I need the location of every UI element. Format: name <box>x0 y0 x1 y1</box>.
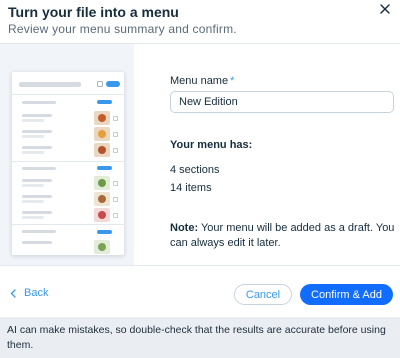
items-count: 14 items <box>170 182 212 194</box>
back-button[interactable]: Back <box>10 287 48 299</box>
ai-disclaimer-text: AI can make mistakes, so double-check th… <box>7 324 386 351</box>
ai-disclaimer-bar: AI can make mistakes, so double-check th… <box>0 317 400 358</box>
menu-name-input[interactable] <box>170 91 394 113</box>
cancel-button[interactable]: Cancel <box>234 284 292 305</box>
confirm-add-button[interactable]: Confirm & Add <box>300 284 393 305</box>
dialog-header: Turn your file into a menu Review your m… <box>0 0 400 44</box>
actions-divider <box>0 265 400 266</box>
note-prefix: Note: <box>170 222 199 234</box>
close-icon[interactable] <box>378 2 392 16</box>
dialog-subtitle: Review your menu summary and confirm. <box>8 22 237 36</box>
note-text: Your menu will be added as a draft. You … <box>170 222 395 249</box>
menu-name-label-text: Menu name <box>170 75 229 87</box>
menu-preview-illustration <box>12 72 124 255</box>
back-label: Back <box>24 287 49 299</box>
summary-heading: Your menu has: <box>170 139 253 151</box>
required-asterisk: * <box>230 75 235 87</box>
dialog-title: Turn your file into a menu <box>8 4 179 20</box>
chevron-left-icon <box>10 288 16 298</box>
sections-count: 4 sections <box>170 164 220 176</box>
draft-note: Note: Your menu will be added as a draft… <box>170 221 398 251</box>
menu-name-label: Menu name * <box>170 75 234 87</box>
